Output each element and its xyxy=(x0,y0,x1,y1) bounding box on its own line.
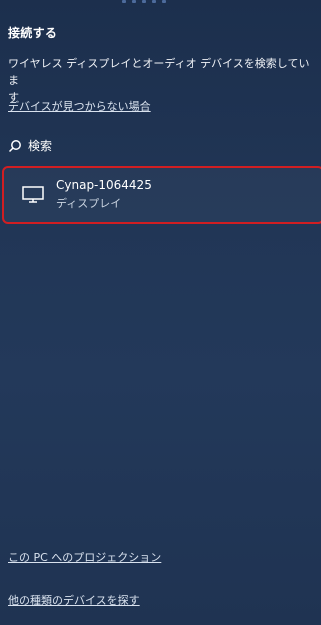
missing-device-link[interactable]: デバイスが見つからない場合 xyxy=(8,98,151,114)
panel-title: 接続する xyxy=(8,26,58,40)
progress-dots xyxy=(122,0,166,3)
device-row[interactable]: Cynap-1064425 ディスプレイ xyxy=(2,166,321,224)
find-other-devices-link[interactable]: 他の種類のデバイスを探す xyxy=(8,592,140,608)
project-to-pc-link[interactable]: この PC へのプロジェクション xyxy=(8,549,161,565)
progress-dot xyxy=(142,0,146,3)
search-row[interactable]: 検索 xyxy=(8,137,52,154)
device-type: ディスプレイ xyxy=(56,197,122,210)
monitor-icon xyxy=(22,186,44,203)
progress-dot xyxy=(162,0,166,3)
device-name: Cynap-1064425 xyxy=(56,178,152,192)
search-icon xyxy=(8,139,21,152)
progress-dot xyxy=(152,0,156,3)
progress-dot xyxy=(122,0,126,3)
search-label: 検索 xyxy=(28,139,53,153)
progress-dot xyxy=(132,0,136,3)
connect-panel: 接続する ワイヤレス ディスプレイとオーディオ デバイスを検索していま す デバ… xyxy=(0,0,321,625)
